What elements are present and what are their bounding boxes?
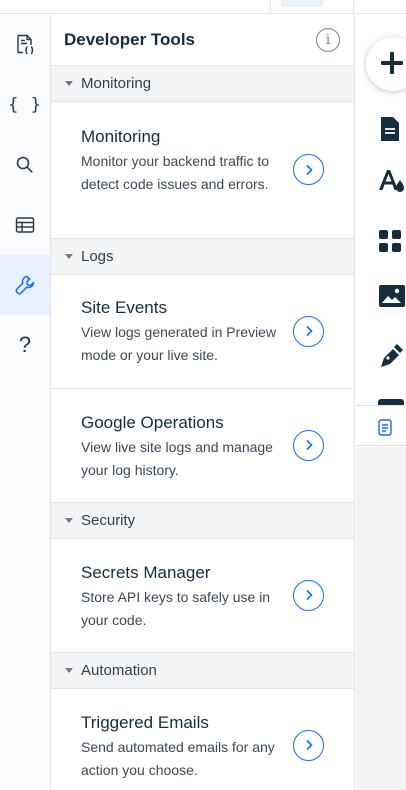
tool-item-title: Site Events: [81, 298, 167, 317]
page-icon[interactable]: [378, 115, 406, 148]
panel-title: Developer Tools: [64, 30, 195, 49]
media-image-icon[interactable]: [378, 283, 406, 314]
editor-toolbar: [356, 15, 406, 790]
section-header-monitoring[interactable]: Monitoring: [51, 66, 354, 102]
help-button[interactable]: ?: [0, 315, 50, 375]
section-header-security[interactable]: Security: [51, 503, 354, 539]
tool-item-site-events[interactable]: Site Events View logs generated in Previ…: [51, 275, 354, 389]
add-elements-button[interactable]: [366, 37, 406, 91]
database-button[interactable]: [0, 195, 50, 255]
open-arrow-button[interactable]: [293, 315, 324, 347]
left-icon-rail: { } ?: [0, 15, 51, 790]
open-arrow-button[interactable]: [293, 154, 324, 185]
tool-item-title: Monitoring: [81, 127, 161, 146]
editor-toolbar-upper: [356, 15, 406, 405]
open-arrow-button[interactable]: [293, 729, 324, 761]
section-label: Monitoring: [81, 75, 152, 92]
apps-grid-icon[interactable]: [378, 227, 406, 260]
caret-down-icon: [65, 518, 73, 523]
top-bar: [0, 0, 406, 14]
chevron-right-icon: [305, 439, 313, 451]
open-arrow-button[interactable]: [293, 579, 324, 611]
wrench-icon: [14, 274, 36, 296]
tool-item-secrets-manager[interactable]: Secrets Manager Store API keys to safely…: [51, 539, 354, 653]
code-button[interactable]: { }: [0, 75, 50, 135]
pen-icon[interactable]: [378, 341, 406, 374]
database-table-icon: [15, 216, 35, 234]
tool-item-title: Google Operations: [81, 413, 224, 432]
tool-item-google-operations[interactable]: Google Operations View live site logs an…: [51, 389, 354, 503]
developer-tools-button[interactable]: [0, 255, 50, 315]
top-tab[interactable]: [270, 0, 354, 14]
section-label: Automation: [81, 662, 157, 679]
tool-item-triggered-emails[interactable]: Triggered Emails Send automated emails f…: [51, 689, 354, 790]
chevron-right-icon: [305, 164, 313, 175]
tool-item-description: View live site logs and manage your log …: [81, 439, 273, 478]
search-icon: [15, 155, 35, 175]
open-arrow-button[interactable]: [293, 429, 324, 461]
top-tab-highlight: [281, 0, 323, 7]
tool-item-description: Store API keys to safely use in your cod…: [81, 589, 271, 628]
tool-item-monitoring[interactable]: Monitoring Monitor your backend traffic …: [51, 102, 354, 239]
section-label: Logs: [81, 248, 114, 265]
page-outline-icon[interactable]: [378, 419, 392, 441]
text-theme-icon[interactable]: [378, 167, 406, 202]
chevron-right-icon: [305, 739, 313, 751]
caret-down-icon: [65, 668, 73, 673]
tool-item-description: Send automated emails for any action you…: [81, 739, 275, 778]
info-icon[interactable]: i: [316, 28, 340, 52]
developer-tools-panel: Developer Tools i Monitoring Monitoring …: [51, 15, 355, 790]
editor-toolbar-lower: [356, 406, 406, 446]
search-button[interactable]: [0, 135, 50, 195]
page-code-icon: [15, 34, 35, 56]
page-code-button[interactable]: [0, 15, 50, 75]
tool-item-description: View logs generated in Preview mode or y…: [81, 324, 277, 363]
chevron-right-icon: [305, 325, 313, 337]
section-header-automation[interactable]: Automation: [51, 653, 354, 689]
code-braces-icon: { }: [8, 95, 42, 115]
help-icon: ?: [18, 332, 32, 357]
canvas-background: [356, 447, 406, 790]
panel-header: Developer Tools i: [51, 15, 354, 66]
caret-down-icon: [65, 254, 73, 259]
chevron-right-icon: [305, 589, 313, 601]
section-label: Security: [81, 512, 136, 529]
caret-down-icon: [65, 81, 73, 86]
section-header-logs[interactable]: Logs: [51, 239, 354, 275]
tool-item-title: Secrets Manager: [81, 563, 211, 582]
tool-item-title: Triggered Emails: [81, 713, 209, 732]
tool-item-description: Monitor your backend traffic to detect c…: [81, 153, 270, 192]
